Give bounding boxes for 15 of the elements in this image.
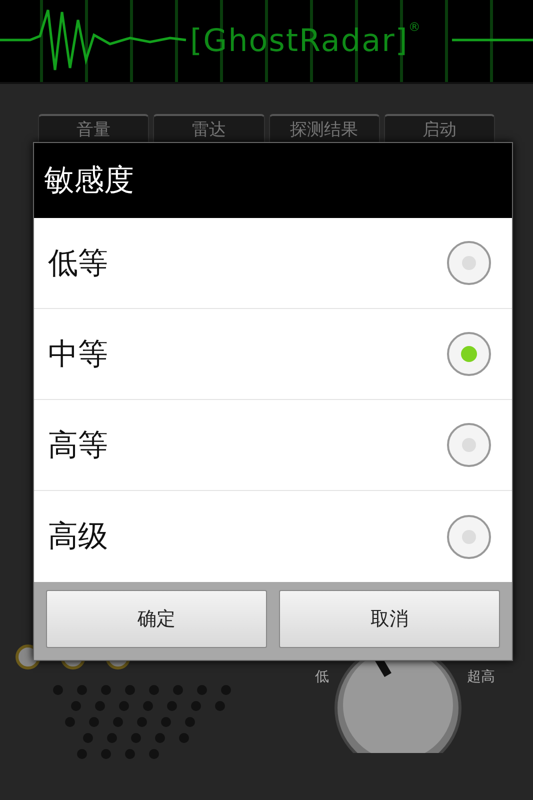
option-label: 低等 — [48, 244, 108, 282]
knob-label: 低 — [315, 668, 329, 686]
dialog-button[interactable]: 取消 — [279, 590, 500, 648]
knob-label: 超高 — [467, 668, 495, 686]
radio-button[interactable] — [446, 514, 492, 560]
dialog-title: 敏感度 — [43, 162, 135, 200]
registered-mark: ® — [408, 19, 420, 36]
radio-button[interactable] — [446, 422, 492, 468]
radio-button[interactable] — [446, 331, 492, 377]
app-logo: [GhostRadar] — [190, 26, 408, 56]
option-label: 高级 — [48, 518, 108, 556]
option-label: 高等 — [48, 426, 108, 464]
dialog-button[interactable]: 确定 — [46, 590, 267, 648]
option-label: 中等 — [48, 336, 108, 374]
radio-button[interactable] — [446, 240, 492, 286]
